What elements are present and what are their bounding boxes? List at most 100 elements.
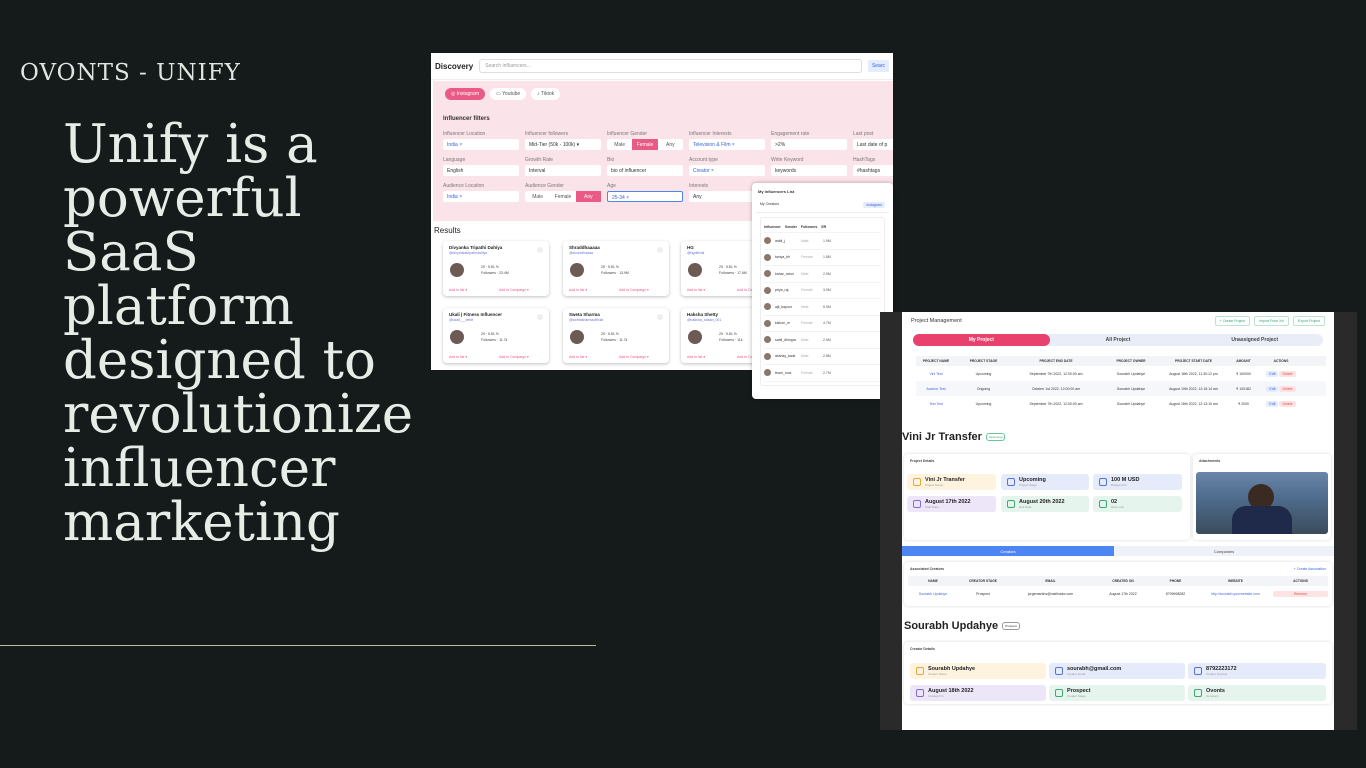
creator-website[interactable]: http://sourabh.yourwebsite.com	[1198, 592, 1273, 596]
more-options-icon[interactable]	[657, 314, 663, 320]
add-to-campaign-button[interactable]: Add to Campaign ▾	[619, 355, 649, 359]
add-to-list-button[interactable]: Add to list ▾	[687, 288, 705, 292]
tab-my-project[interactable]: My Project	[913, 334, 1050, 346]
add-to-list-button[interactable]: Add to list ▾	[449, 288, 467, 292]
more-options-icon[interactable]	[657, 247, 663, 253]
filter-input[interactable]: keywords	[771, 165, 847, 176]
add-to-campaign-button[interactable]: Add to Campaign ▾	[499, 288, 529, 292]
attachment-image[interactable]	[1196, 472, 1328, 534]
delete-button[interactable]: Delete	[1279, 385, 1296, 392]
table-row[interactable]: ajit_kapoor Male 5.0M	[764, 299, 881, 316]
add-to-list-button[interactable]: Add to list ▾	[569, 355, 587, 359]
influencer-card[interactable]: Sweta Sharma @swetasharmaofficial 25 · 5.8…	[563, 308, 669, 363]
influencer-stats: 29 · 5.81 % Followers · 23.4M	[481, 264, 509, 276]
search-button[interactable]: Searc	[867, 60, 889, 72]
filter-input[interactable]: India ×	[443, 139, 519, 150]
segment-option[interactable]: Any	[575, 191, 601, 202]
influencer-card[interactable]: Ukali | Fitness Influencer @ukali___bebe 2…	[443, 308, 549, 363]
flag-icon	[1007, 478, 1015, 486]
table-row[interactable]: kahar_rahul Male 2.0M	[764, 266, 881, 283]
edit-button[interactable]: Edit	[1266, 400, 1279, 407]
tile-project-stage: Upcoming Project Stage	[1001, 474, 1089, 490]
table-row[interactable]: akshay_kwat Male 2.8M	[764, 349, 881, 365]
project-name-link[interactable]: Test Test	[916, 402, 956, 406]
filter-input[interactable]: Last date of p	[853, 139, 893, 150]
stat-line: Followers · 11.7k	[601, 338, 628, 342]
tile-label: Created On	[928, 694, 944, 698]
table-row[interactable]: sahil_dhingra Male 2.6M	[764, 332, 881, 349]
add-to-campaign-button[interactable]: Add to Campaign ▾	[499, 355, 529, 359]
project-name-link[interactable]: Avantor Test	[916, 387, 956, 391]
filter-label: Write Keyword	[771, 157, 804, 163]
creator-phone: 8799998282	[1165, 591, 1186, 596]
tile-created-on: August 18th 2022 Created On	[910, 685, 1046, 701]
influencer-stats: 25 · 5.81 % Followers · 17.6M	[719, 264, 747, 276]
filter-input[interactable]: Interval	[525, 165, 601, 176]
project-topbar: Project Management + Create Project Impo…	[902, 312, 1334, 330]
segment-option[interactable]: Male	[525, 191, 550, 202]
remove-button[interactable]: Remove	[1273, 590, 1328, 597]
add-to-campaign-button[interactable]: Add to Campaign ▾	[619, 288, 649, 292]
filter-input[interactable]: India ×	[443, 191, 519, 202]
headline-line: designed to	[63, 330, 376, 391]
filter-label: HashTags	[853, 157, 876, 163]
project-end-date: October 1st 2022, 12:00:00 am	[1031, 386, 1081, 391]
influencer-handle[interactable]: @divyankatripathidahiya	[449, 251, 543, 255]
create-association-button[interactable]: + Create Association	[1294, 567, 1326, 571]
results-title: Results	[434, 226, 461, 235]
segment-option[interactable]: Female	[550, 191, 575, 202]
table-row[interactable]: ankit_j Male 1.9M	[764, 233, 881, 250]
tab-unassigned-project[interactable]: Unassigned Project	[1186, 334, 1323, 346]
tile-label: Days Left	[1111, 505, 1124, 509]
table-row[interactable]: priya_raj Female 3.0M	[764, 283, 881, 299]
add-to-list-button[interactable]: Add to list ▾	[569, 288, 587, 292]
influencer-handle[interactable]: @swetasharmaofficial	[569, 318, 663, 322]
project-name-link[interactable]: Vini Test	[916, 372, 956, 376]
filter-input[interactable]: #hashtags	[853, 165, 893, 176]
segment-option[interactable]: Female	[632, 139, 658, 150]
tab-youtube[interactable]: ▭ Youtube	[490, 88, 527, 100]
edit-button[interactable]: Edit	[1266, 370, 1279, 377]
tab-instagram[interactable]: ◎ Instagram	[445, 88, 485, 100]
tab-creators[interactable]: Creators	[902, 546, 1114, 556]
filter-input[interactable]: Television & Film ×	[689, 139, 765, 150]
divider-line	[0, 645, 596, 646]
search-input[interactable]: Search influencers...	[479, 59, 862, 73]
segment-option[interactable]: Any	[658, 139, 683, 150]
gender: Male	[801, 271, 809, 276]
filter-input[interactable]: 25-34 ×	[607, 191, 683, 202]
table-row[interactable]: team_rock Female 2.7M	[764, 365, 881, 382]
filter-input[interactable]: Creator ×	[689, 165, 765, 176]
tab-all-project[interactable]: All Project	[1050, 334, 1187, 346]
filter-input[interactable]: Mid-Tier (50k - 100k) ▾	[525, 139, 601, 150]
more-options-icon[interactable]	[537, 314, 543, 320]
filter-input[interactable]: >2%	[771, 139, 847, 150]
headline-line: influencer	[63, 438, 336, 499]
delete-button[interactable]: Delete	[1279, 400, 1296, 407]
export-button[interactable]: Export Project	[1293, 316, 1325, 326]
filter-label: Influencer Interests	[689, 131, 732, 137]
tab-tiktok[interactable]: ♪ Tiktok	[531, 88, 561, 100]
influencer-handle[interactable]: @ukali___bebe	[449, 318, 543, 322]
segment-option[interactable]: Male	[607, 139, 632, 150]
add-to-list-button[interactable]: Add to list ▾	[449, 355, 467, 359]
filter-input[interactable]: bio of influencer	[607, 165, 683, 176]
add-to-list-button[interactable]: Add to list ▾	[687, 355, 705, 359]
tile-label: Budget Amt	[1111, 483, 1127, 487]
influencer-card[interactable]: Shraddhaaaaa @shraddhaaaa 25 · 5.81 % Follo…	[563, 241, 669, 296]
filter-cell: Audience Gender Male Female Any	[525, 183, 601, 202]
delete-button[interactable]: Delete	[1279, 370, 1296, 377]
tab-companies[interactable]: Companies	[1114, 546, 1334, 556]
edit-button[interactable]: Edit	[1266, 385, 1279, 392]
platform-tag[interactable]: Instagram	[863, 202, 885, 208]
create-project-button[interactable]: + Create Project	[1214, 316, 1251, 326]
influencer-card[interactable]: Divyanka Tripathi Dahiya @divyankatripath…	[443, 241, 549, 296]
more-options-icon[interactable]	[537, 247, 543, 253]
creator-name[interactable]: Sourabh Updahye	[908, 592, 958, 596]
table-row[interactable]: kishori_m Female 4.7M	[764, 316, 881, 332]
table-row[interactable]: taniya_bh Female 1.8M	[764, 250, 881, 266]
filter-input[interactable]: English	[443, 165, 519, 176]
import-button[interactable]: Import From Xcl	[1254, 316, 1290, 326]
influencer-handle[interactable]: @shraddhaaaa	[569, 251, 663, 255]
table-header: NAME CREATOR STAGE EMAIL CREATED ON PHONE WEB…	[908, 576, 1328, 586]
